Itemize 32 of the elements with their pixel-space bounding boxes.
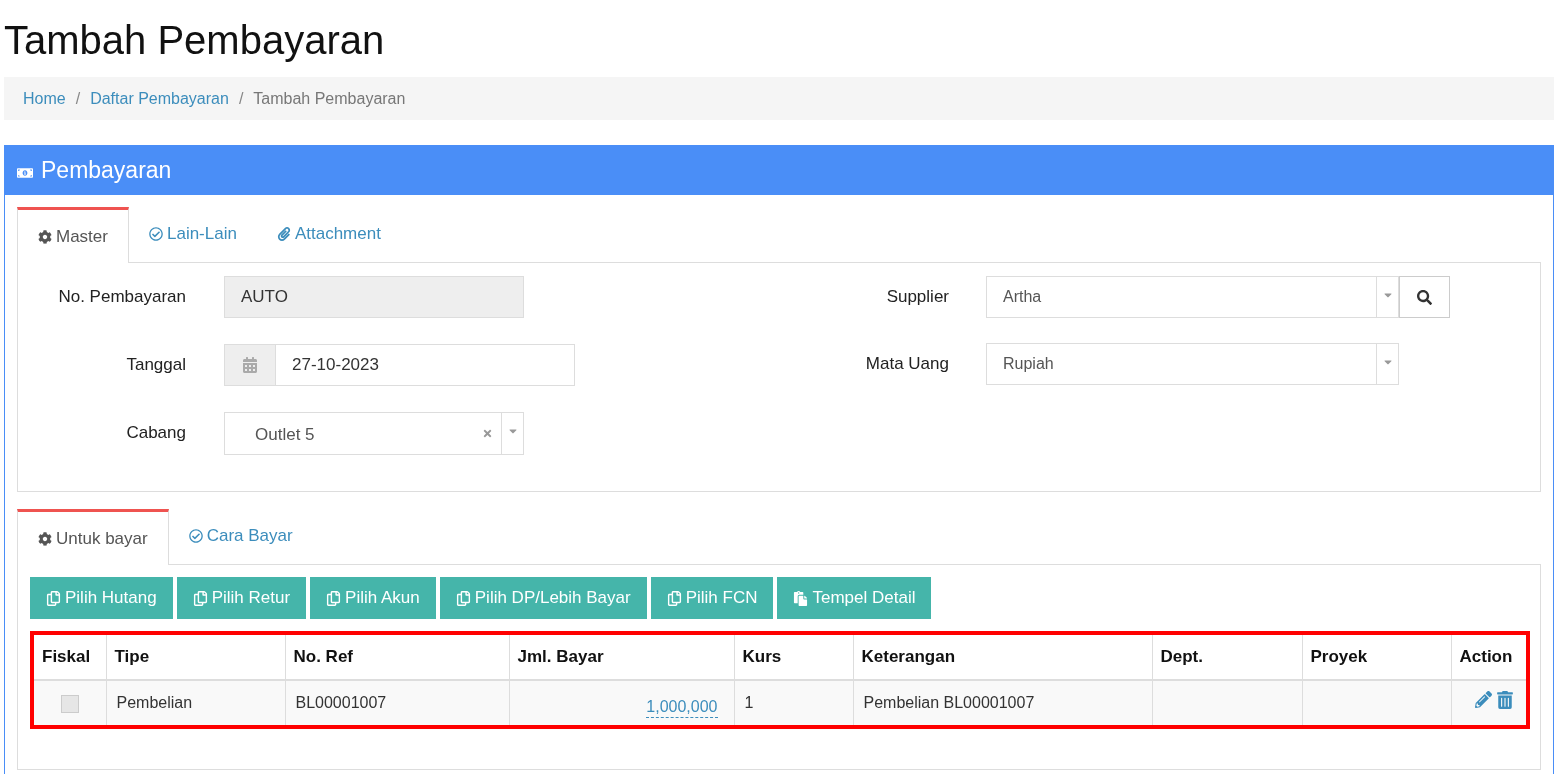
page-title: Tambah Pembayaran (4, 17, 386, 64)
tab[interactable]: Attachment (256, 206, 401, 262)
table-cell: Pembelian BL00001007 (853, 680, 1152, 725)
action-button[interactable]: Pilih FCN (650, 577, 774, 619)
action-button[interactable]: Tempel Detail (777, 577, 932, 619)
select-field[interactable]: Outlet 5 (224, 411, 524, 455)
tab[interactable]: Cara Bayar (168, 508, 313, 564)
select-field[interactable]: Rupiah (986, 343, 1399, 385)
editable-amount[interactable]: 1,000,000 (646, 698, 718, 718)
field-label: No. Pembayaran (57, 286, 186, 309)
select-field[interactable]: Artha (986, 276, 1399, 318)
field-label: Supplier (885, 286, 949, 309)
action-button[interactable]: Pilih Akun (310, 577, 436, 619)
table-cell: 1 (734, 680, 853, 725)
input-field[interactable]: AUTO (224, 276, 524, 318)
action-button[interactable]: Pilih Retur (176, 577, 307, 619)
tab[interactable]: Lain-Lain (128, 206, 257, 262)
panel-title: Pembayaran (41, 156, 172, 186)
tab[interactable]: Untuk bayar (17, 509, 169, 565)
breadcrumb-link[interactable]: Daftar Pembayaran (90, 86, 229, 111)
field-label: Cabang (125, 422, 186, 445)
breadcrumb-separator: / (75, 88, 81, 109)
action-button[interactable]: Pilih DP/Lebih Bayar (439, 577, 647, 619)
field-label: Tanggal (125, 354, 186, 377)
date-field[interactable]: 27-10-2023 (276, 344, 575, 386)
breadcrumb-link[interactable]: Home (23, 86, 66, 111)
action-button[interactable]: Pilih Hutang (30, 577, 173, 619)
table-cell: BL00001007 (285, 680, 509, 725)
tab[interactable]: Master (17, 207, 129, 263)
breadcrumb-separator: / (238, 88, 244, 109)
field-label: Mata Uang (864, 353, 949, 376)
table-cell: Pembelian (106, 680, 285, 725)
